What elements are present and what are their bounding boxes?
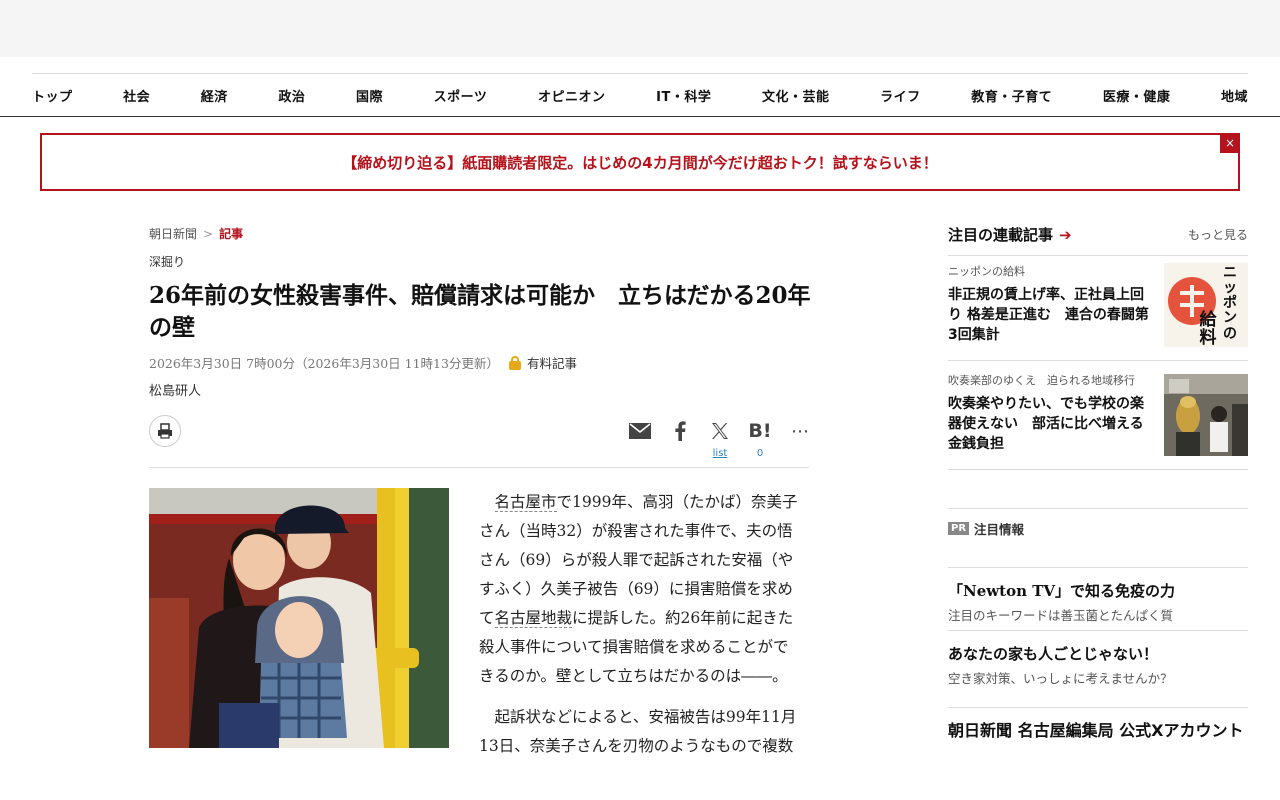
pr-item-title[interactable]: あなたの家も人ごとじゃない！ bbox=[948, 643, 1248, 664]
more-icon: ⋯ bbox=[791, 420, 809, 442]
pr-item[interactable]: 「Newton TV」で知る免疫の力 注目のキーワードは善玉菌とたんぱく質 bbox=[948, 567, 1248, 624]
nav-region[interactable]: 地域 bbox=[1221, 86, 1248, 105]
hatena-count[interactable]: 0 bbox=[757, 448, 763, 462]
nav-society[interactable]: 社会 bbox=[123, 86, 150, 105]
printer-icon bbox=[158, 423, 172, 439]
pr-header: PR 注目情報 bbox=[948, 508, 1248, 538]
svg-text:ン: ン bbox=[1223, 310, 1237, 326]
svg-text:ニ: ニ bbox=[1223, 265, 1237, 281]
nagoya-x-account-link[interactable]: 朝日新聞 名古屋編集局 公式Xアカウント bbox=[948, 707, 1248, 747]
breadcrumb: 朝日新聞 > 記事 bbox=[149, 225, 243, 242]
mail-icon bbox=[629, 423, 651, 439]
share-bar: list B! 0 ⋯ bbox=[620, 418, 820, 462]
svg-text:給: 給 bbox=[1200, 309, 1218, 330]
article-divider bbox=[149, 467, 809, 468]
series-separator bbox=[948, 469, 1248, 470]
article-author[interactable]: 松島研人 bbox=[149, 380, 201, 399]
promo-close-button[interactable]: × bbox=[1220, 133, 1240, 153]
nav-international[interactable]: 国際 bbox=[356, 86, 383, 105]
breadcrumb-current: 記事 bbox=[219, 227, 244, 241]
family-photo-image bbox=[149, 488, 449, 748]
nav-top[interactable]: トップ bbox=[32, 86, 73, 105]
top-band bbox=[0, 0, 1280, 57]
nav-life[interactable]: ライフ bbox=[880, 86, 921, 105]
article-meta: 2026年3月30日 7時00分（2026年3月30日 11時13分更新） 有料… bbox=[149, 353, 577, 372]
share-email-button[interactable] bbox=[620, 418, 660, 462]
pr-item-desc: 注目のキーワードは善玉菌とたんぱく質 bbox=[948, 608, 1174, 623]
pr-badge: PR bbox=[948, 522, 970, 535]
lock-icon bbox=[508, 355, 521, 370]
nav-it-science[interactable]: IT・科学 bbox=[656, 86, 711, 105]
series-title[interactable]: 注目の連載記事 ➔ bbox=[948, 224, 1072, 245]
nav-economy[interactable]: 経済 bbox=[201, 86, 228, 105]
pr-item-title[interactable]: 「Newton TV」で知る免疫の力 bbox=[948, 580, 1248, 601]
nippon-salary-logo: ニ ッ ポ ン の 給 料 bbox=[1164, 263, 1248, 348]
article-paragraph: 起訴状などによると、安福被告は99年11月13日、奈美子さんを刃物のようなもので… bbox=[479, 708, 797, 755]
pr-label: 注目情報 bbox=[974, 522, 1025, 537]
series-separator bbox=[948, 360, 1248, 361]
series-kicker: ニッポンの給料 bbox=[948, 265, 1025, 278]
pr-item-desc: 空き家対策、いっしょに考えませんか？ bbox=[948, 671, 1173, 686]
share-x-button[interactable]: list bbox=[700, 418, 740, 462]
nav-politics[interactable]: 政治 bbox=[278, 86, 305, 105]
breadcrumb-separator: > bbox=[203, 227, 214, 241]
share-hatena-button[interactable]: B! 0 bbox=[740, 418, 780, 462]
nav-health[interactable]: 医療・健康 bbox=[1103, 86, 1171, 105]
breadcrumb-home[interactable]: 朝日新聞 bbox=[149, 227, 197, 241]
x-icon bbox=[712, 423, 728, 439]
series-item[interactable]: ニッポンの給料 非正規の賃上げ率、正社員上回り 格差是正進む 連合の春闘第3回集… bbox=[948, 263, 1248, 348]
nav-opinion[interactable]: オピニオン bbox=[538, 86, 606, 105]
nav-education[interactable]: 教育・子育て bbox=[971, 86, 1052, 105]
promo-text[interactable]: 【締め切り迫る】紙面購読者限定。はじめの4カ月間が今だけ超おトク！試すならいま！ bbox=[342, 152, 937, 173]
brass-band-photo bbox=[1164, 374, 1248, 456]
article-category[interactable]: 深掘り bbox=[149, 253, 185, 270]
print-button[interactable] bbox=[149, 415, 181, 447]
keyword-link[interactable]: 名古屋市 bbox=[494, 493, 557, 512]
arrow-right-icon: ➔ bbox=[1059, 226, 1072, 244]
keyword-link[interactable]: 名古屋地裁 bbox=[494, 609, 573, 628]
more-link[interactable]: もっと見る bbox=[1188, 226, 1248, 243]
nav-divider bbox=[0, 116, 1280, 117]
article-title: 26年前の女性殺害事件、賠償請求は可能か 立ちはだかる20年の壁 bbox=[149, 282, 811, 341]
nav-sports[interactable]: スポーツ bbox=[434, 86, 488, 105]
pr-item[interactable]: あなたの家も人ごとじゃない！ 空き家対策、いっしょに考えませんか？ bbox=[948, 630, 1248, 687]
paid-article-label: 有料記事 bbox=[526, 356, 577, 371]
series-thumbnail[interactable]: ニ ッ ポ ン の 給 料 bbox=[1164, 263, 1248, 348]
share-more-button[interactable]: ⋯ bbox=[780, 418, 820, 462]
svg-text:料: 料 bbox=[1200, 327, 1217, 347]
nav-culture[interactable]: 文化・芸能 bbox=[762, 86, 830, 105]
series-title-text: 注目の連載記事 bbox=[948, 226, 1054, 244]
series-item-title[interactable]: 非正規の賃上げ率、正社員上回り 格差是正進む 連合の春闘第3回集計 bbox=[948, 285, 1153, 345]
share-facebook-button[interactable] bbox=[660, 418, 700, 462]
series-thumbnail[interactable] bbox=[1164, 374, 1248, 458]
x-list-link[interactable]: list bbox=[713, 448, 728, 462]
promo-banner[interactable]: 【締め切り迫る】紙面購読者限定。はじめの4カ月間が今だけ超おトク！試すならいま！… bbox=[40, 133, 1240, 191]
main-nav: トップ 社会 経済 政治 国際 スポーツ オピニオン IT・科学 文化・芸能 ラ… bbox=[32, 73, 1248, 117]
article-date: 2026年3月30日 7時00分（2026年3月30日 11時13分更新） bbox=[149, 356, 499, 371]
series-item[interactable]: 吹奏楽部のゆくえ 迫られる地域移行 吹奏楽やりたい、でも学校の楽器使えない 部活… bbox=[948, 372, 1248, 458]
series-item-title[interactable]: 吹奏楽やりたい、でも学校の楽器使えない 部活に比べ増える金銭負担 bbox=[948, 394, 1153, 454]
article-photo[interactable] bbox=[149, 488, 449, 748]
hatena-icon: B! bbox=[748, 420, 772, 442]
article-body: 名古屋市で1999年、高羽（たかば）奈美子さん（当時32）が殺害された事件で、夫… bbox=[479, 488, 804, 773]
article-paragraph: 名古屋市で1999年、高羽（たかば）奈美子さん（当時32）が殺害された事件で、夫… bbox=[479, 488, 804, 691]
svg-text:ポ: ポ bbox=[1223, 294, 1237, 311]
svg-text:の: の bbox=[1223, 326, 1237, 342]
svg-text:ッ: ッ bbox=[1223, 280, 1237, 296]
series-header: 注目の連載記事 ➔ もっと見る bbox=[948, 224, 1248, 256]
series-kicker: 吹奏楽部のゆくえ 迫られる地域移行 bbox=[948, 374, 1135, 387]
facebook-icon bbox=[675, 421, 686, 441]
paragraph-text: で1999年、高羽（たかば）奈美子さん（当時32）が殺害された事件で、夫の悟さん… bbox=[479, 493, 798, 627]
